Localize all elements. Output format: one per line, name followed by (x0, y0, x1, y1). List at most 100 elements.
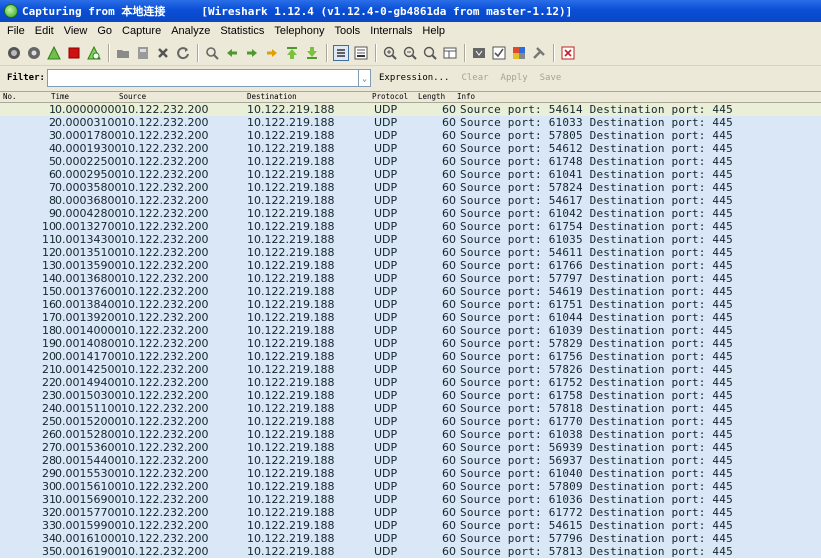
table-row[interactable]: 34 0.00161000 10.122.232.200 10.122.219.188… (0, 532, 821, 545)
coloring-rules-icon[interactable] (511, 45, 527, 61)
table-row[interactable]: 20 0.00141700 10.122.232.200 10.122.219.188… (0, 350, 821, 363)
restart-capture-icon[interactable] (86, 45, 102, 61)
cell-info: Source port: 57796 Destination port: 445 (460, 532, 733, 545)
column-header-length[interactable]: Length (418, 92, 445, 102)
table-row[interactable]: 32 0.00157700 10.122.232.200 10.122.219.188… (0, 506, 821, 519)
cell-destination: 10.122.219.188 (247, 467, 335, 480)
table-row[interactable]: 11 0.00134300 10.122.232.200 10.122.219.188… (0, 233, 821, 246)
table-row[interactable]: 3 0.00017800 10.122.232.200 10.122.219.188 U… (0, 129, 821, 142)
back-icon[interactable] (224, 45, 240, 61)
table-row[interactable]: 23 0.00150300 10.122.232.200 10.122.219.188… (0, 389, 821, 402)
normal-size-icon[interactable] (422, 45, 438, 61)
start-capture-icon[interactable] (46, 45, 62, 61)
display-filters-icon[interactable] (491, 45, 507, 61)
column-header-info[interactable]: Info (457, 92, 475, 102)
menu-internals[interactable]: Internals (364, 25, 416, 37)
table-row[interactable]: 9 0.00042800 10.122.232.200 10.122.219.188 U… (0, 207, 821, 220)
last-packet-icon[interactable] (304, 45, 320, 61)
cell-no: 23 (42, 389, 56, 402)
column-header-no[interactable]: No. (3, 92, 17, 102)
column-header-time[interactable]: Time (51, 92, 69, 102)
table-row[interactable]: 22 0.00149400 10.122.232.200 10.122.219.188… (0, 376, 821, 389)
table-row[interactable]: 30 0.00156100 10.122.232.200 10.122.219.188… (0, 480, 821, 493)
first-packet-icon[interactable] (284, 45, 300, 61)
find-icon[interactable] (204, 45, 220, 61)
open-file-icon[interactable] (115, 45, 131, 61)
zoom-out-icon[interactable] (402, 45, 418, 61)
table-row[interactable]: 27 0.00153600 10.122.232.200 10.122.219.188… (0, 441, 821, 454)
save-filter-button[interactable]: Save (540, 73, 562, 83)
table-row[interactable]: 25 0.00152000 10.122.232.200 10.122.219.188… (0, 415, 821, 428)
column-header-protocol[interactable]: Protocol (372, 92, 408, 102)
menu-telephony[interactable]: Telephony (268, 25, 328, 37)
table-row[interactable]: 26 0.00152800 10.122.232.200 10.122.219.188… (0, 428, 821, 441)
column-header-source[interactable]: Source (119, 92, 146, 102)
table-row[interactable]: 8 0.00036800 10.122.232.200 10.122.219.188 U… (0, 194, 821, 207)
filter-dropdown-chevron-down-icon[interactable]: ⌄ (359, 69, 371, 87)
table-row[interactable]: 2 0.00003100 10.122.232.200 10.122.219.188 U… (0, 116, 821, 129)
interfaces-icon[interactable] (6, 45, 22, 61)
table-row[interactable]: 28 0.00154400 10.122.232.200 10.122.219.188… (0, 454, 821, 467)
table-row[interactable]: 7 0.00035800 10.122.232.200 10.122.219.188 U… (0, 181, 821, 194)
cell-info: Source port: 54619 Destination port: 445 (460, 285, 733, 298)
menu-view[interactable]: View (58, 25, 92, 37)
save-file-icon[interactable] (135, 45, 151, 61)
table-row[interactable]: 21 0.00142500 10.122.232.200 10.122.219.188… (0, 363, 821, 376)
cell-length: 60 (442, 480, 456, 493)
table-row[interactable]: 15 0.00137600 10.122.232.200 10.122.219.188… (0, 285, 821, 298)
table-row[interactable]: 29 0.00155300 10.122.232.200 10.122.219.188… (0, 467, 821, 480)
expression-button[interactable]: Expression... (379, 73, 449, 83)
cell-info: Source port: 61033 Destination port: 445 (460, 116, 733, 129)
table-row[interactable]: 4 0.00019300 10.122.232.200 10.122.219.188 U… (0, 142, 821, 155)
cell-source: 10.122.232.200 (121, 194, 209, 207)
reload-icon[interactable] (175, 45, 191, 61)
cell-destination: 10.122.219.188 (247, 311, 335, 324)
menu-file[interactable]: File (0, 25, 29, 37)
table-row[interactable]: 17 0.00139200 10.122.232.200 10.122.219.188… (0, 311, 821, 324)
table-row[interactable]: 1 0.00000000 10.122.232.200 10.122.219.188 U… (0, 103, 821, 116)
packet-list[interactable]: No. Time Source Destination Protocol Len… (0, 91, 821, 560)
stop-capture-icon[interactable] (66, 45, 82, 61)
table-row[interactable]: 31 0.00156900 10.122.232.200 10.122.219.188… (0, 493, 821, 506)
menu-capture[interactable]: Capture (116, 25, 165, 37)
column-header-destination[interactable]: Destination (247, 92, 297, 102)
table-row[interactable]: 16 0.00138400 10.122.232.200 10.122.219.188… (0, 298, 821, 311)
colorize-icon[interactable] (333, 44, 349, 61)
table-row[interactable]: 13 0.00135900 10.122.232.200 10.122.219.188… (0, 259, 821, 272)
capture-filters-icon[interactable] (471, 45, 487, 61)
apply-button[interactable]: Apply (501, 73, 528, 83)
table-row[interactable]: 24 0.00151100 10.122.232.200 10.122.219.188… (0, 402, 821, 415)
wireshark-app-icon[interactable] (4, 4, 18, 18)
zoom-in-icon[interactable] (382, 45, 398, 61)
resize-columns-icon[interactable] (442, 45, 458, 61)
table-row[interactable]: 12 0.00135100 10.122.232.200 10.122.219.188… (0, 246, 821, 259)
cell-source: 10.122.232.200 (121, 155, 209, 168)
cell-time: 0.00136800 (55, 272, 122, 285)
table-row[interactable]: 10 0.00132700 10.122.232.200 10.122.219.188… (0, 220, 821, 233)
table-row[interactable]: 19 0.00140800 10.122.232.200 10.122.219.188… (0, 337, 821, 350)
table-row[interactable]: 5 0.00022500 10.122.232.200 10.122.219.188 U… (0, 155, 821, 168)
menu-analyze[interactable]: Analyze (165, 25, 214, 37)
menu-statistics[interactable]: Statistics (214, 25, 268, 37)
filter-input[interactable] (47, 69, 359, 87)
table-row[interactable]: 6 0.00029500 10.122.232.200 10.122.219.188 U… (0, 168, 821, 181)
menu-go[interactable]: Go (91, 25, 116, 37)
window-title-bar[interactable]: Capturing from 本地连接 [Wireshark 1.12.4 (v… (0, 0, 821, 22)
table-row[interactable]: 14 0.00136800 10.122.232.200 10.122.219.188… (0, 272, 821, 285)
preferences-icon[interactable] (531, 45, 547, 61)
menu-help[interactable]: Help (416, 25, 449, 37)
options-icon[interactable] (26, 45, 42, 61)
table-row[interactable]: 33 0.00159900 10.122.232.200 10.122.219.188… (0, 519, 821, 532)
close-file-icon[interactable] (155, 45, 171, 61)
go-to-packet-icon[interactable] (264, 45, 280, 61)
table-row[interactable]: 18 0.00140000 10.122.232.200 10.122.219.188… (0, 324, 821, 337)
menu-tools[interactable]: Tools (329, 25, 365, 37)
forward-icon[interactable] (244, 45, 260, 61)
cell-time: 0.00141700 (55, 350, 122, 363)
autoscroll-icon[interactable] (353, 45, 369, 61)
clear-button[interactable]: Clear (461, 73, 488, 83)
cell-time: 0.00153600 (55, 441, 122, 454)
menu-edit[interactable]: Edit (29, 25, 58, 37)
table-row[interactable]: 35 0.00161900 10.122.232.200 10.122.219.188… (0, 545, 821, 558)
help-icon[interactable] (560, 45, 576, 61)
